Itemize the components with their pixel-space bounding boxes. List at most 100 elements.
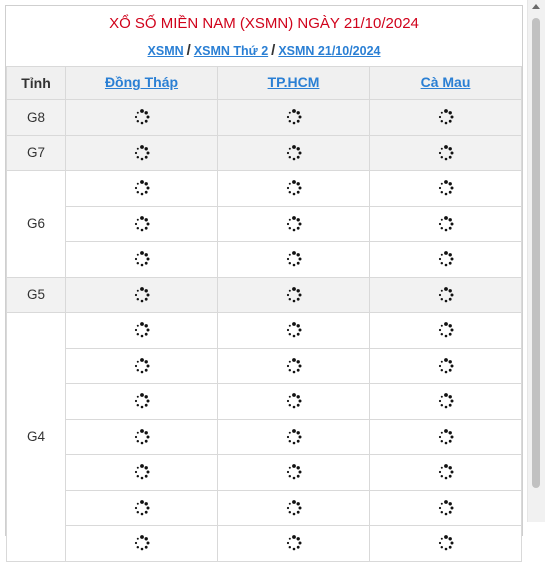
breadcrumb-link-date[interactable]: XSMN 21/10/2024 xyxy=(278,44,380,58)
loading-spinner-icon xyxy=(134,499,149,515)
province-link-ca-mau[interactable]: Cà Mau xyxy=(421,74,471,90)
breadcrumb-separator: / xyxy=(186,42,191,59)
loading-spinner-icon xyxy=(286,144,301,160)
loading-spinner-icon xyxy=(134,215,149,231)
result-cell xyxy=(65,241,218,278)
prize-label: G8 xyxy=(6,99,66,136)
results-panel: XỔ SỐ MIỀN NAM (XSMN) NGÀY 21/10/2024 XS… xyxy=(5,5,523,562)
province-link-dong-thap[interactable]: Đồng Tháp xyxy=(105,74,178,90)
result-cell xyxy=(369,99,522,136)
prize-row: G8 xyxy=(6,99,522,136)
province-link-tphcm[interactable]: TP.HCM xyxy=(268,74,320,90)
scroll-up-arrow-icon[interactable] xyxy=(532,4,540,9)
loading-spinner-icon xyxy=(286,322,301,338)
scrollbar-thumb[interactable] xyxy=(532,18,540,488)
result-cell xyxy=(217,489,370,526)
result-cell xyxy=(65,99,218,136)
result-cell xyxy=(217,312,370,349)
result-cell xyxy=(217,383,370,420)
result-cell xyxy=(65,205,218,242)
prize-row xyxy=(7,454,522,491)
result-cell xyxy=(217,454,370,491)
prize-label: G6 xyxy=(6,170,66,278)
result-cell xyxy=(65,312,218,349)
prize-row xyxy=(7,241,522,278)
results-header: XỔ SỐ MIỀN NAM (XSMN) NGÀY 21/10/2024 XS… xyxy=(6,6,522,66)
page-title: XỔ SỐ MIỀN NAM (XSMN) NGÀY 21/10/2024 xyxy=(109,15,419,32)
loading-spinner-icon xyxy=(134,393,149,409)
prize-row xyxy=(7,205,522,242)
prize-row xyxy=(7,525,522,562)
breadcrumb: XSMN / XSMN Thứ 2/XSMN 21/10/2024 xyxy=(6,37,522,59)
loading-spinner-icon xyxy=(286,464,301,480)
loading-spinner-icon xyxy=(134,322,149,338)
result-cell xyxy=(369,312,522,349)
result-cell xyxy=(369,418,522,455)
loading-spinner-icon xyxy=(286,535,301,551)
result-cell xyxy=(217,347,370,384)
result-cell xyxy=(369,241,522,278)
loading-spinner-icon xyxy=(438,357,453,373)
result-cell xyxy=(369,383,522,420)
result-cell xyxy=(217,205,370,242)
prize-label: G7 xyxy=(6,134,66,171)
result-cell xyxy=(369,347,522,384)
loading-spinner-icon xyxy=(438,144,453,160)
loading-spinner-icon xyxy=(438,322,453,338)
prize-label: G5 xyxy=(6,276,66,313)
breadcrumb-link-xsmn[interactable]: XSMN xyxy=(148,44,184,58)
column-header-tinh: Tỉnh xyxy=(6,66,66,100)
result-cell xyxy=(369,525,522,562)
result-cell xyxy=(65,454,218,491)
loading-spinner-icon xyxy=(134,535,149,551)
loading-spinner-icon xyxy=(134,357,149,373)
loading-spinner-icon xyxy=(286,393,301,409)
loading-spinner-icon xyxy=(438,393,453,409)
result-cell xyxy=(65,276,218,313)
result-cell xyxy=(65,134,218,171)
result-cell xyxy=(65,489,218,526)
prize-row xyxy=(7,418,522,455)
column-header-province: Cà Mau xyxy=(369,66,522,100)
result-cell xyxy=(65,347,218,384)
loading-spinner-icon xyxy=(438,251,453,267)
result-cell xyxy=(369,454,522,491)
loading-spinner-icon xyxy=(438,499,453,515)
result-cell xyxy=(369,205,522,242)
result-cell xyxy=(217,418,370,455)
loading-spinner-icon xyxy=(438,180,453,196)
loading-spinner-icon xyxy=(134,144,149,160)
loading-spinner-icon xyxy=(286,499,301,515)
result-cell xyxy=(65,170,218,207)
result-cell xyxy=(65,418,218,455)
breadcrumb-link-weekday[interactable]: XSMN Thứ 2 xyxy=(194,44,268,58)
results-table: Tỉnh Đồng Tháp TP.HCM Cà Mau G8 G7 G6 G5 G4 xyxy=(6,66,522,562)
result-cell xyxy=(217,241,370,278)
breadcrumb-separator: / xyxy=(271,42,276,59)
result-cell xyxy=(217,99,370,136)
result-cell xyxy=(217,134,370,171)
loading-spinner-icon xyxy=(286,286,301,302)
result-cell xyxy=(369,276,522,313)
loading-spinner-icon xyxy=(438,215,453,231)
loading-spinner-icon xyxy=(438,109,453,125)
loading-spinner-icon xyxy=(286,251,301,267)
loading-spinner-icon xyxy=(134,180,149,196)
result-cell xyxy=(369,489,522,526)
result-cell xyxy=(217,276,370,313)
result-cell xyxy=(217,170,370,207)
loading-spinner-icon xyxy=(438,428,453,444)
table-header-row: Tỉnh Đồng Tháp TP.HCM Cà Mau xyxy=(6,66,522,100)
result-cell xyxy=(217,525,370,562)
loading-spinner-icon xyxy=(286,180,301,196)
vertical-scrollbar[interactable] xyxy=(527,0,545,522)
loading-spinner-icon xyxy=(286,357,301,373)
result-cell xyxy=(65,525,218,562)
loading-spinner-icon xyxy=(134,251,149,267)
column-header-province: Đồng Tháp xyxy=(65,66,218,100)
prize-row xyxy=(7,489,522,526)
loading-spinner-icon xyxy=(438,535,453,551)
prize-row xyxy=(7,347,522,384)
result-cell xyxy=(369,170,522,207)
prize-row: G6 xyxy=(6,170,522,278)
